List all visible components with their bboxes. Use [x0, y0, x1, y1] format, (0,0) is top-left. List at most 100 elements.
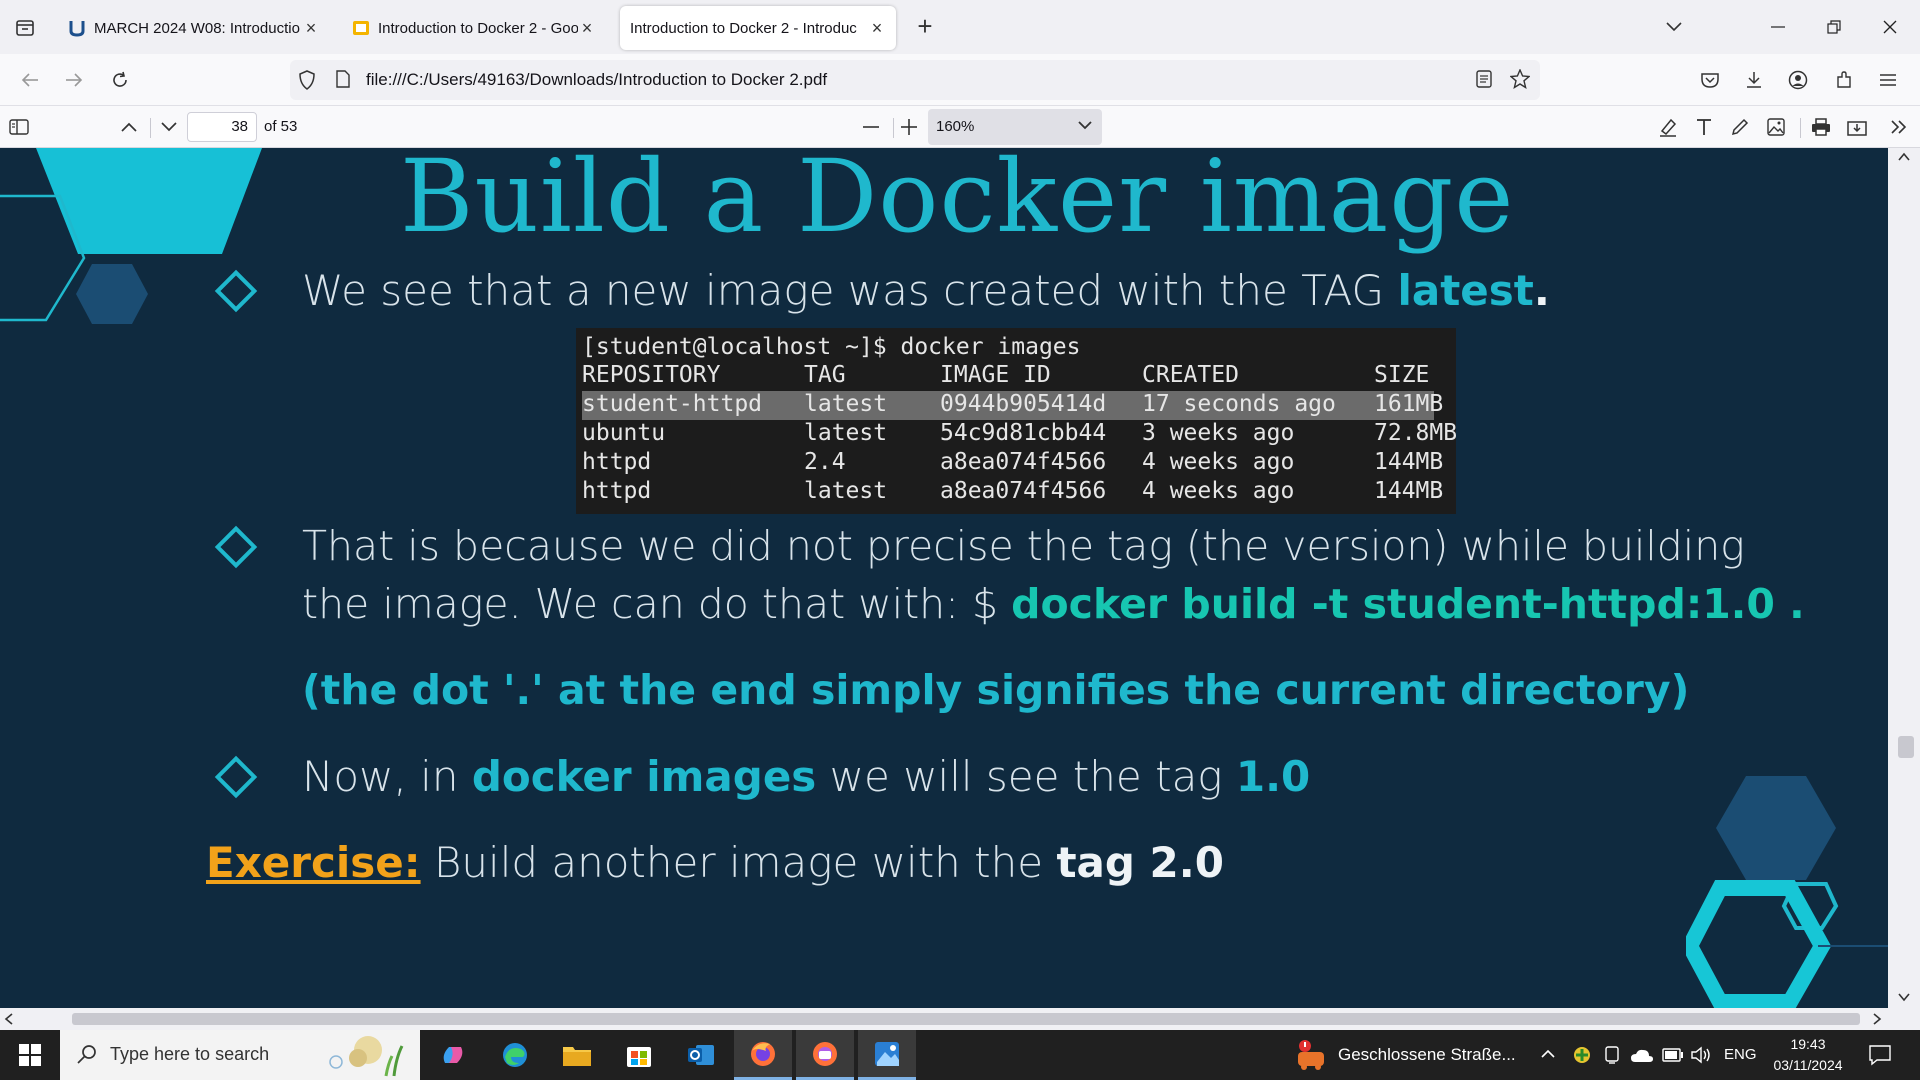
firefox-icon[interactable]: [734, 1030, 792, 1080]
language-indicator[interactable]: ENG: [1724, 1046, 1757, 1063]
terminal-cell: 161MB: [1374, 391, 1444, 417]
bullet-2-command: docker build -t student-httpd:1.0 .: [1011, 580, 1805, 628]
directory-note: (the dot '.' at the end simply signifies…: [302, 666, 1689, 714]
terminal-cell: a8ea074f4566: [940, 478, 1107, 504]
previous-page-icon[interactable]: [114, 112, 144, 142]
pdf-page-viewport[interactable]: Build a Docker image We see that a new i…: [0, 148, 1888, 1008]
system-clock[interactable]: 19:43 03/11/2024: [1760, 1034, 1856, 1076]
page-number-input[interactable]: 38: [187, 112, 257, 142]
close-tab-icon[interactable]: ×: [302, 19, 320, 37]
clock-date: 03/11/2024: [1773, 1057, 1843, 1073]
onedrive-cloud-icon[interactable]: [1630, 1045, 1654, 1065]
tab-overflow-chevron-icon[interactable]: [1646, 0, 1702, 54]
file-explorer-icon[interactable]: [548, 1030, 606, 1080]
terminal-row: httpd latest a8ea074f4566 4 weeks ago 14…: [582, 478, 1450, 507]
bullet-3: Now, in docker images we will see the ta…: [302, 752, 1310, 801]
zoom-select[interactable]: 160%: [928, 109, 1102, 145]
bullet-3-tag: 1.0: [1235, 752, 1311, 801]
pdf-toolbar: 38 of 53 160%: [0, 106, 1920, 148]
horizontal-scroll-thumb[interactable]: [72, 1013, 1860, 1025]
text-tool-icon[interactable]: [1689, 112, 1719, 142]
new-tab-button[interactable]: +: [910, 12, 940, 42]
extensions-icon[interactable]: [1828, 64, 1860, 96]
add-image-icon[interactable]: [1761, 112, 1791, 142]
vertical-scrollbar[interactable]: [1888, 148, 1920, 1008]
shield-icon[interactable]: [298, 70, 316, 95]
horizontal-scrollbar[interactable]: [0, 1008, 1888, 1030]
tab-pdf-active[interactable]: Introduction to Docker 2 - Introduc ×: [620, 6, 896, 50]
close-window-icon[interactable]: [1862, 0, 1918, 54]
url-bar[interactable]: file:///C:/Users/49163/Downloads/Introdu…: [290, 60, 1540, 100]
terminal-header: IMAGE ID: [940, 362, 1051, 388]
terminal-cell: httpd: [582, 478, 652, 504]
highlight-icon[interactable]: [1653, 112, 1683, 142]
bookmark-star-icon[interactable]: [1509, 68, 1531, 94]
taskbar-search-box[interactable]: Type here to search: [60, 1030, 420, 1080]
sidebar-toggle-icon[interactable]: [4, 112, 34, 142]
show-hidden-icons-chevron-icon[interactable]: [1541, 1049, 1555, 1059]
reload-icon[interactable]: [104, 64, 136, 96]
tab-title: Introduction to Docker 2 - Introduc: [630, 19, 857, 37]
directory-note-text: (the dot '.' at the end simply signifies…: [302, 666, 1690, 714]
pocket-icon[interactable]: [1694, 64, 1726, 96]
minimize-icon[interactable]: [1750, 0, 1806, 54]
tab-title: MARCH 2024 W08: Introductio: [94, 19, 300, 37]
forward-arrow-icon[interactable]: [58, 64, 90, 96]
tab-strip: MARCH 2024 W08: Introductio × Introducti…: [0, 0, 1920, 54]
back-arrow-icon[interactable]: [14, 64, 46, 96]
downloads-icon[interactable]: [1738, 64, 1770, 96]
terminal-cell: 144MB: [1374, 478, 1444, 504]
zoom-out-icon[interactable]: [856, 112, 886, 142]
battery-icon[interactable]: [1662, 1047, 1684, 1063]
outlook-icon[interactable]: [672, 1030, 730, 1080]
volume-icon[interactable]: [1690, 1046, 1712, 1064]
scroll-left-icon[interactable]: [4, 1013, 14, 1025]
search-icon: [77, 1045, 96, 1064]
app-tray-icon[interactable]: [1572, 1045, 1592, 1065]
device-tray-icon[interactable]: [1603, 1045, 1621, 1065]
terminal-cell: httpd: [582, 449, 652, 475]
terminal-cell: 0944b905414d: [940, 391, 1107, 417]
terminal-header-row: REPOSITORY TAG IMAGE ID CREATED SIZE: [582, 362, 1450, 391]
traffic-alert-icon[interactable]: [1296, 1040, 1326, 1072]
terminal-prompt: [student@localhost ~]$ docker images: [582, 334, 1081, 360]
microsoft-store-icon[interactable]: [610, 1030, 668, 1080]
terminal-cell: 4 weeks ago: [1142, 478, 1295, 504]
notifications-icon[interactable]: [1868, 1044, 1892, 1066]
exercise-text: Build another image with the: [420, 838, 1057, 887]
save-pdf-icon[interactable]: [1842, 112, 1872, 142]
account-icon[interactable]: [1782, 64, 1814, 96]
terminal-cell: ubuntu: [582, 420, 666, 446]
windows-start-icon[interactable]: [0, 1030, 60, 1080]
terminal-header: CREATED: [1142, 362, 1239, 388]
photos-icon[interactable]: [858, 1030, 916, 1080]
close-tab-icon[interactable]: ×: [868, 19, 886, 37]
next-page-icon[interactable]: [154, 112, 184, 142]
bullet-3-highlight: docker images: [471, 752, 817, 801]
terminal-header: TAG: [804, 362, 846, 388]
zoom-in-icon[interactable]: [894, 112, 924, 142]
vertical-scroll-thumb[interactable]: [1898, 736, 1914, 758]
url-text[interactable]: file:///C:/Users/49163/Downloads/Introdu…: [366, 70, 827, 90]
print-icon[interactable]: [1806, 112, 1836, 142]
menu-hamburger-icon[interactable]: [1872, 64, 1904, 96]
list-all-tabs-icon[interactable]: [8, 11, 42, 45]
tab-google-slides[interactable]: Introduction to Docker 2 - Goo ×: [342, 6, 606, 50]
close-tab-icon[interactable]: ×: [578, 19, 596, 37]
terminal-cell: 54c9d81cbb44: [940, 420, 1107, 446]
app-icon[interactable]: [796, 1030, 854, 1080]
terminal-row: ubuntu latest 54c9d81cbb44 3 weeks ago 7…: [582, 420, 1457, 449]
copilot-icon[interactable]: [424, 1030, 482, 1080]
traffic-notification[interactable]: Geschlossene Straße...: [1338, 1045, 1516, 1065]
edge-icon[interactable]: [486, 1030, 544, 1080]
scroll-up-icon[interactable]: [1898, 152, 1910, 162]
bullet-2-line-2: the image. We can do that with: $ docker…: [302, 580, 1805, 628]
restore-icon[interactable]: [1806, 0, 1862, 54]
tab-moodle[interactable]: MARCH 2024 W08: Introductio ×: [58, 6, 330, 50]
reader-view-icon[interactable]: [1476, 70, 1492, 93]
more-tools-chevrons-icon[interactable]: [1884, 112, 1914, 142]
scroll-right-icon[interactable]: [1872, 1013, 1882, 1025]
scroll-down-icon[interactable]: [1898, 992, 1910, 1002]
search-highlight-illustration-icon: [329, 1036, 404, 1077]
draw-pencil-icon[interactable]: [1725, 112, 1755, 142]
